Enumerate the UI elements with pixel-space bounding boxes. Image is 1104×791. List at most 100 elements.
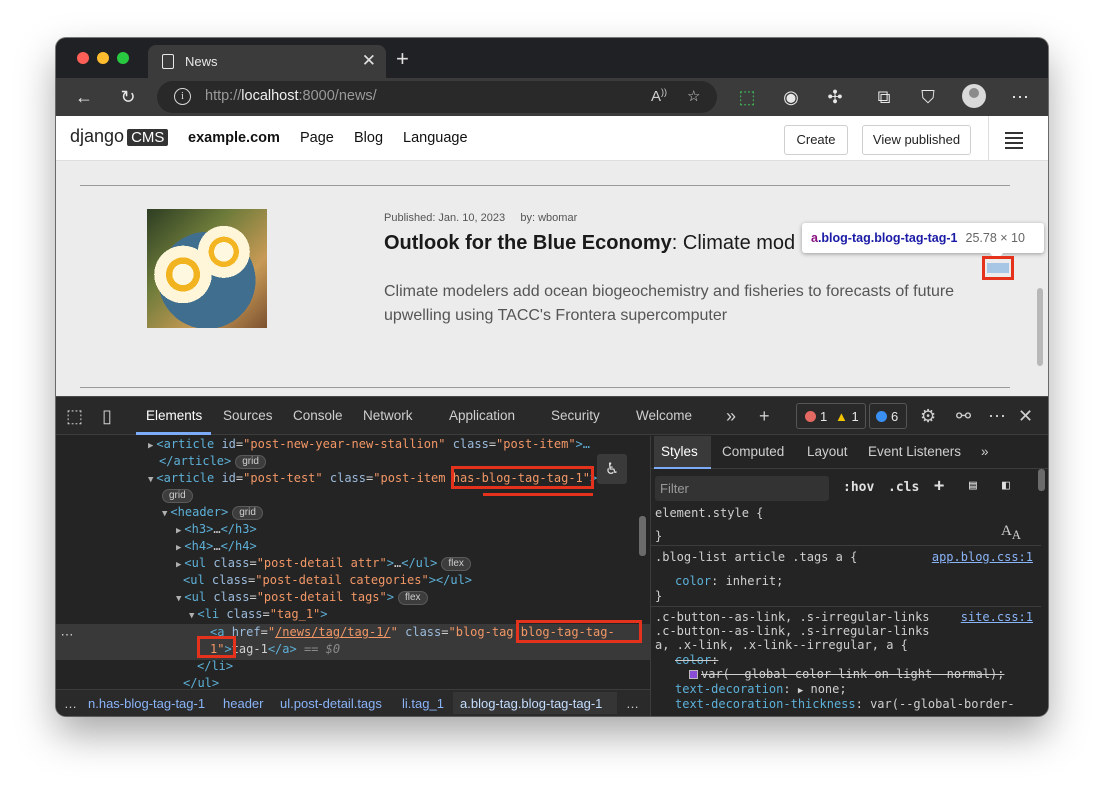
tab-application[interactable]: Application	[449, 408, 515, 423]
flex-badge[interactable]: flex	[441, 557, 471, 571]
new-tab-icon[interactable]: +	[396, 46, 409, 72]
dom-node-ul-attr[interactable]: ▶ <ul class="post-detail attr">…</ul> flex	[176, 555, 471, 572]
site-info-icon[interactable]: i	[174, 88, 191, 105]
accessibility-icon[interactable]: ♿	[597, 454, 627, 484]
breadcrumb-ul[interactable]: ul.post-detail.tags	[280, 696, 382, 711]
breadcrumb-more[interactable]: …	[64, 696, 77, 711]
dom-node-grid-badge[interactable]: grid	[162, 487, 193, 504]
tab-sources[interactable]: Sources	[223, 408, 273, 423]
reload-icon[interactable]: ↻	[116, 85, 140, 109]
rule-site-sel-2[interactable]: .c-button--as-link, .s-irregular-links	[655, 624, 930, 639]
prop-text-decoration-thickness[interactable]: text-decoration-thickness: var(--global-…	[675, 697, 1015, 712]
info-badge[interactable]: 6	[869, 403, 907, 429]
breadcrumb-a[interactable]: a.blog-tag.blog-tag-tag-1	[460, 696, 602, 711]
dom-node-article-close[interactable]: </article> grid	[159, 453, 266, 470]
customize-icon[interactable]: ⋯	[988, 406, 1006, 426]
tab-event-listeners[interactable]: Event Listeners	[868, 444, 961, 459]
dom-node-ul-tags[interactable]: ▼ <ul class="post-detail tags"> flex	[176, 589, 428, 606]
minimize-window-button[interactable]	[97, 52, 109, 64]
prop-color-inherit[interactable]: color: inherit;	[675, 574, 783, 589]
address-bar[interactable]: i http://localhost:8000/news/ A)) ☆	[157, 81, 717, 113]
dom-node-ul-categories[interactable]: <ul class="post-detail categories"></ul>	[183, 572, 472, 589]
extensions-icon[interactable]: ✣	[823, 85, 847, 109]
device-toolbar-icon[interactable]: ▯	[102, 406, 112, 426]
source-link-site[interactable]: site.css:1	[961, 610, 1033, 624]
rule-blog-tags[interactable]: .blog-list article .tags a {	[655, 550, 857, 565]
read-aloud-icon[interactable]: A))	[651, 87, 667, 105]
flex-badge[interactable]: flex	[397, 591, 428, 605]
cms-nav-blog[interactable]: Blog	[354, 130, 383, 146]
tab-security[interactable]: Security	[551, 408, 600, 423]
settings-gear-icon[interactable]: ⚙	[920, 406, 936, 426]
tab-layout[interactable]: Layout	[807, 444, 848, 459]
grid-badge[interactable]: grid	[232, 506, 263, 520]
post-title[interactable]: Outlook for the Blue Economy: Climate mo…	[384, 232, 795, 255]
styles-filter-input[interactable]: Filter	[655, 476, 829, 501]
paint-icon[interactable]: ▤	[969, 478, 977, 493]
inspect-element-icon[interactable]: ⬚	[66, 406, 83, 426]
close-tab-icon[interactable]: ✕	[362, 51, 376, 71]
dom-node-h3[interactable]: ▶ <h3>…</h3>	[176, 521, 257, 538]
elements-scrollbar[interactable]	[639, 516, 646, 556]
back-icon[interactable]: ←	[72, 85, 96, 109]
page-scrollbar[interactable]	[1037, 288, 1043, 366]
feedback-icon[interactable]: ⚯	[956, 406, 971, 426]
screen-capture-icon[interactable]: ⬚	[735, 85, 759, 109]
cms-logo[interactable]: django CMS	[70, 126, 169, 147]
cms-site-name[interactable]: example.com	[188, 130, 280, 146]
dom-node-header[interactable]: ▼ <header> grid	[162, 504, 263, 521]
create-button[interactable]: Create	[784, 125, 848, 155]
avatar[interactable]	[962, 84, 986, 108]
more-style-tabs-icon[interactable]: »	[981, 444, 989, 459]
tab-elements[interactable]: Elements	[146, 408, 202, 423]
new-rule-icon[interactable]: +	[934, 476, 944, 496]
collections-icon[interactable]: ⧉	[872, 85, 896, 109]
cms-toolbar: django CMS example.com Page Blog Language…	[56, 116, 1048, 161]
browser-tab[interactable]: News ✕	[148, 45, 386, 78]
extension-glasses-icon[interactable]: ◉	[779, 85, 803, 109]
close-devtools-icon[interactable]: ✕	[1018, 406, 1033, 426]
rule-site-sel-1[interactable]: .c-button--as-link, .s-irregular-links	[655, 610, 930, 625]
breadcrumb-li[interactable]: li.tag_1	[402, 696, 444, 711]
tab-computed[interactable]: Computed	[722, 444, 784, 459]
tab-styles[interactable]: Styles	[661, 444, 698, 459]
toggle-sidebar-icon[interactable]: ◧	[1002, 478, 1010, 493]
prop-color-var[interactable]: var(--global-color-link-on-light--normal…	[689, 667, 1004, 682]
cms-nav-page[interactable]: Page	[300, 130, 334, 146]
browser-essentials-icon[interactable]: ⛉	[916, 85, 940, 109]
styles-scrollbar[interactable]	[1038, 469, 1045, 491]
breadcrumb-header[interactable]: header	[223, 696, 263, 711]
color-swatch[interactable]	[689, 670, 698, 679]
cls-toggle[interactable]: .cls	[888, 480, 919, 495]
grid-badge[interactable]: grid	[235, 455, 266, 469]
rule-element-style[interactable]: element.style {	[655, 506, 763, 521]
dom-node-li-close[interactable]: </li>	[197, 658, 233, 675]
more-tabs-icon[interactable]: »	[726, 406, 736, 426]
cms-menu-icon[interactable]	[988, 116, 1048, 161]
tab-welcome[interactable]: Welcome	[636, 408, 692, 423]
breadcrumb-more-right[interactable]: …	[626, 696, 639, 711]
dom-node-li[interactable]: ▼ <li class="tag_1">	[189, 606, 328, 623]
grid-badge[interactable]: grid	[162, 489, 193, 503]
issues-badge[interactable]: 1 ▲ 1	[796, 403, 866, 429]
prop-color-overridden[interactable]: color:	[675, 653, 718, 668]
breadcrumb-article[interactable]: n.has-blog-tag-tag-1	[88, 696, 205, 711]
dom-node-ul-close[interactable]: </ul>	[183, 675, 219, 689]
more-menu-icon[interactable]: ⋯	[1008, 85, 1032, 109]
add-tool-icon[interactable]: +	[759, 406, 770, 426]
rule-site-sel-3[interactable]: a, .x-link, .x-link--irregular, a {	[655, 638, 908, 653]
hov-toggle[interactable]: :hov	[843, 480, 874, 495]
tab-network[interactable]: Network	[363, 408, 413, 423]
post-thumbnail[interactable]	[147, 209, 267, 328]
tab-console[interactable]: Console	[293, 408, 343, 423]
zoom-window-button[interactable]	[117, 52, 129, 64]
source-link-app-blog[interactable]: app.blog.css:1	[932, 550, 1033, 564]
dom-node-h4[interactable]: ▶ <h4>…</h4>	[176, 538, 257, 555]
node-actions-icon[interactable]: ⋯	[56, 627, 78, 643]
cms-nav-language[interactable]: Language	[403, 130, 468, 146]
add-favorite-icon[interactable]: ☆	[687, 87, 700, 105]
dom-node-article[interactable]: ▶ <article id="post-new-year-new-stallion…	[148, 436, 590, 453]
close-window-button[interactable]	[77, 52, 89, 64]
font-editor-icon[interactable]: AA	[1001, 524, 1021, 543]
view-published-button[interactable]: View published	[862, 125, 971, 155]
